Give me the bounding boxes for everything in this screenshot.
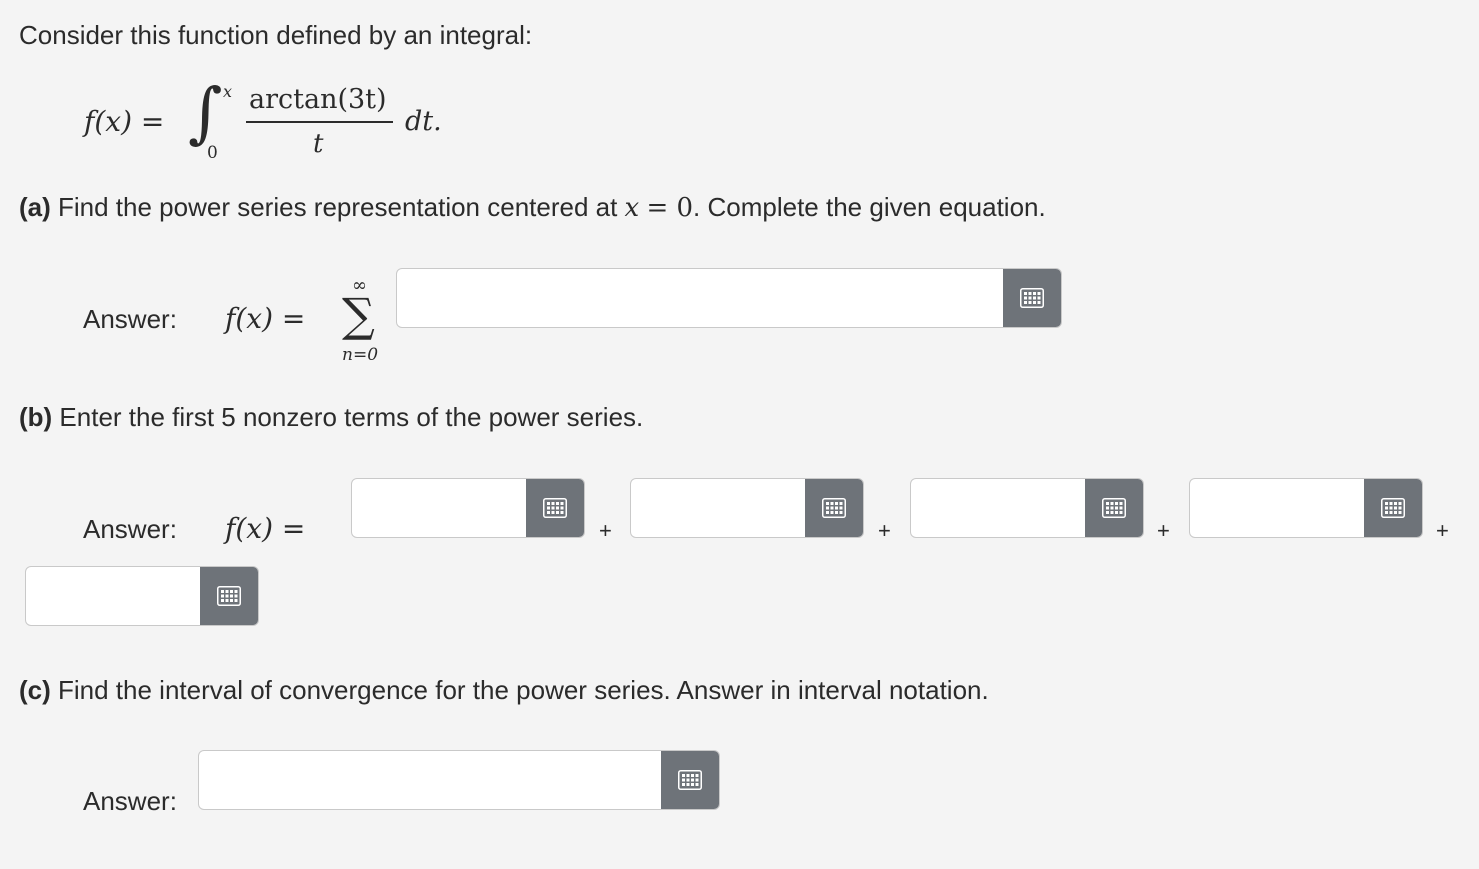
part-c-answer-field [198,750,720,810]
term-input-4[interactable] [1190,479,1364,537]
integral-denominator: t [313,129,324,159]
integral-differential: dt. [405,106,442,137]
part-b-answer-label: Answer: [83,514,177,544]
intro-text: Consider this function defined by an int… [19,20,533,50]
plus-sign-1: + [599,518,612,543]
sum-symbol: ∑ [342,288,375,342]
keypad-grid-icon [217,586,241,606]
keypad-grid-icon [678,770,702,790]
part-b-lhs: f(x) = [225,512,306,545]
plus-sign-3: + [1157,518,1170,543]
term-2-keypad-button[interactable] [805,479,863,537]
sum-lower-limit: n=0 [342,345,379,365]
part-a-keypad-button[interactable] [1003,269,1061,327]
keypad-grid-icon [543,498,567,518]
part-c-answer-label: Answer: [83,786,177,816]
part-a-math-eq: = 0 [646,193,694,223]
plus-sign-4: + [1436,518,1449,543]
part-b-label: (b) [19,402,53,432]
term-field-4 [1189,478,1423,538]
keypad-grid-icon [822,498,846,518]
part-b-text: Enter the first 5 nonzero terms of the p… [52,402,644,432]
term-field-3 [910,478,1144,538]
keypad-grid-icon [1381,498,1405,518]
term-field-1 [351,478,585,538]
part-a-prompt: (a) Find the power series representation… [19,194,1046,221]
part-c-keypad-button[interactable] [661,751,719,809]
part-a-text-after: . Complete the given equation. [693,192,1046,222]
part-b-prompt: (b) Enter the first 5 nonzero terms of t… [19,404,643,430]
term-input-3[interactable] [911,479,1085,537]
integral-numerator: arctan(3t) [249,84,387,115]
term-4-keypad-button[interactable] [1364,479,1422,537]
term-3-keypad-button[interactable] [1085,479,1143,537]
term-input-1[interactable] [352,479,526,537]
part-c-prompt: (c) Find the interval of convergence for… [19,677,989,703]
part-a-answer-label: Answer: [83,304,177,334]
part-c-label: (c) [19,675,51,705]
fraction-bar [246,121,393,123]
integral-lower-limit: 0 [207,143,218,163]
integral-sign: ∫ [188,74,223,151]
term-5-keypad-button[interactable] [200,567,258,625]
keypad-grid-icon [1020,288,1044,308]
part-a-answer-field [396,268,1062,328]
term-input-2[interactable] [631,479,805,537]
part-a-lhs: f(x) = [225,302,306,335]
keypad-grid-icon [1102,498,1126,518]
term-input-5[interactable] [26,567,200,625]
integral-lhs: f(x) = [84,105,165,138]
part-a-series-input[interactable] [397,269,1003,327]
part-a-math-x: x [624,193,640,223]
term-1-keypad-button[interactable] [526,479,584,537]
part-a-label: (a) [19,192,51,222]
part-a-text-before: Find the power series representation cen… [50,192,625,222]
term-field-5 [25,566,259,626]
part-c-text: Find the interval of convergence for the… [50,675,989,705]
interval-input[interactable] [199,751,661,809]
plus-sign-2: + [878,518,891,543]
term-field-2 [630,478,864,538]
integral-upper-limit: x [223,82,233,101]
